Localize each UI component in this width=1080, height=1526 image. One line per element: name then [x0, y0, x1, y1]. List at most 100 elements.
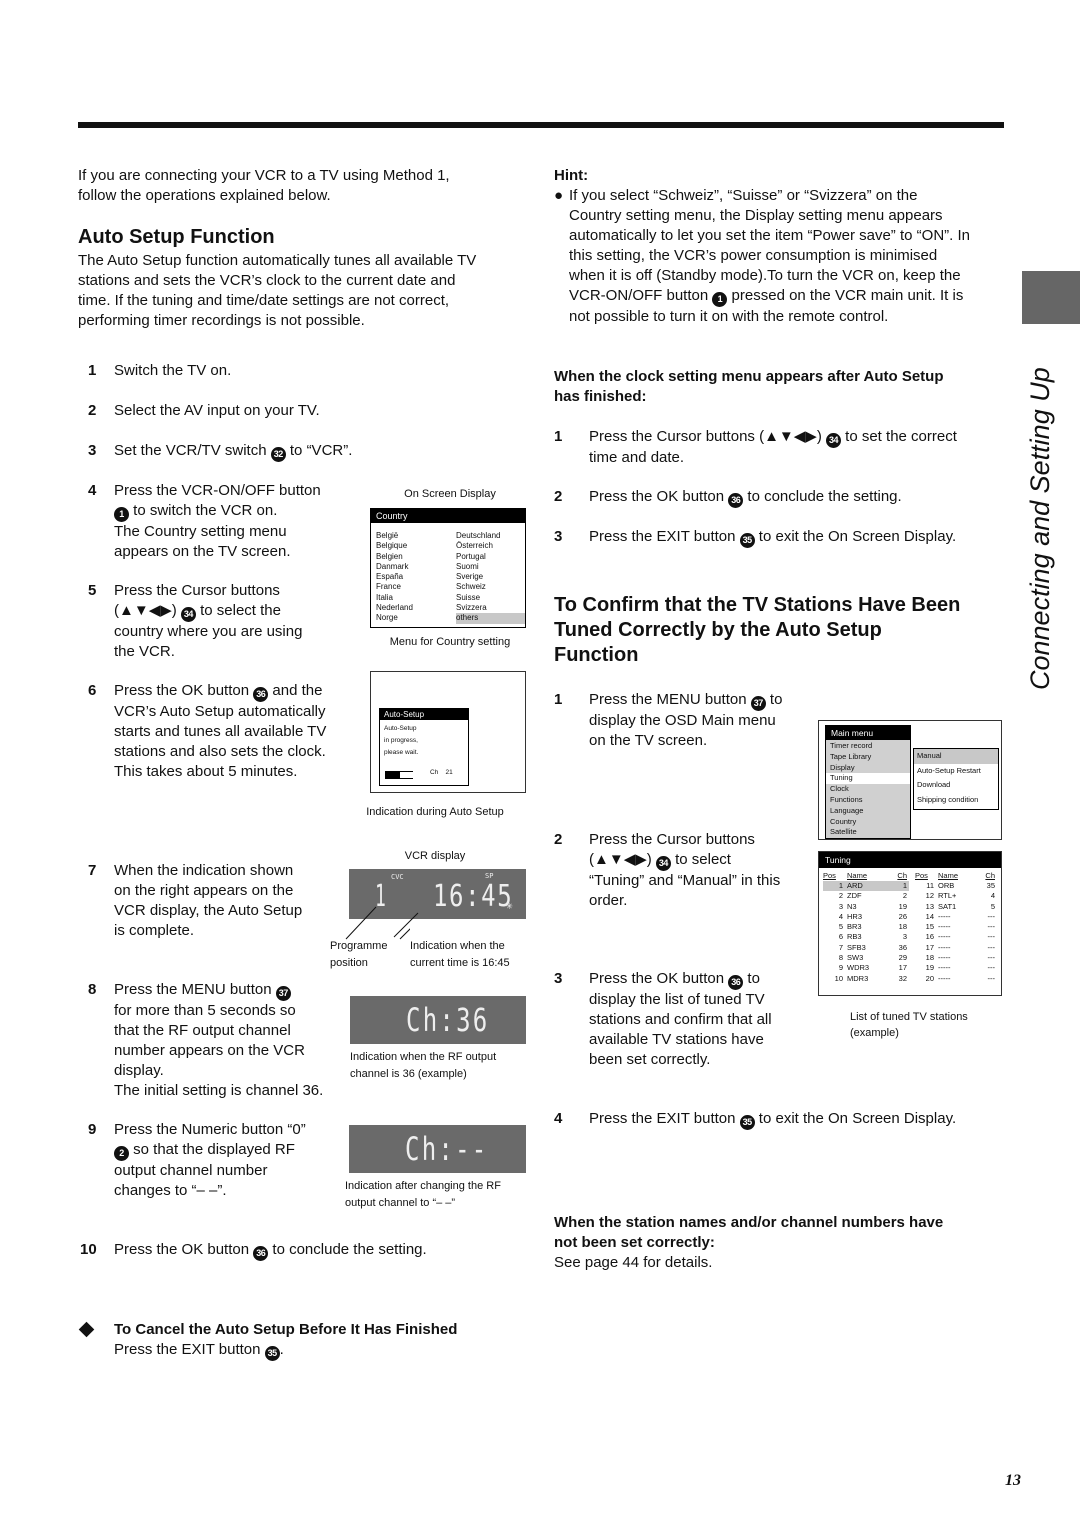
line: the VCR.	[114, 643, 175, 660]
line: Press the VCR-ON/OFF button	[114, 482, 321, 499]
station-row[interactable]: 5 BR3 18	[823, 922, 909, 932]
station-row[interactable]: 13 SAT1 5	[915, 902, 995, 912]
station-row[interactable]: 9 WDR3 17	[823, 963, 909, 973]
submenu-item[interactable]: Download	[914, 778, 998, 793]
main-menu-item[interactable]: Display	[826, 763, 910, 774]
country-option[interactable]: Belgique	[376, 541, 456, 551]
line: current time is 16:45	[410, 957, 510, 969]
main-menu-item[interactable]: Language	[826, 806, 910, 817]
country-option[interactable]: Schweiz	[456, 582, 525, 592]
line: VCR-ON/OFF button 1 pressed on the VCR m…	[569, 286, 970, 307]
station-row[interactable]: 1 ARD 1	[823, 881, 909, 892]
country-option[interactable]: Österreich	[456, 541, 525, 551]
bullet-icon: ●	[554, 187, 564, 204]
country-option[interactable]: Sverige	[456, 572, 525, 582]
column-header: Ch	[985, 871, 995, 880]
country-option[interactable]: Italia	[376, 593, 456, 603]
line: automatically to let you set the item “P…	[569, 227, 970, 244]
country-option[interactable]: Suomi	[456, 562, 525, 572]
main-menu-item[interactable]: Satellite	[826, 827, 910, 838]
name-cell: -----	[938, 953, 951, 963]
main-menu-item[interactable]: Tape Library	[826, 752, 910, 763]
station-row[interactable]: 6 RB3 3	[823, 932, 909, 942]
main-menu-item[interactable]: Tuning	[826, 773, 910, 785]
station-row[interactable]: 17 ----- ---	[915, 943, 995, 953]
station-row[interactable]: 4 HR3 26	[823, 912, 909, 922]
ch-cell: ---	[987, 942, 996, 952]
submenu-item[interactable]: Auto-Setup Restart	[914, 764, 998, 779]
main-menu-osd: Main menu Timer record Tape Library Displa…	[825, 725, 911, 839]
see-page-link[interactable]: See page 44 for details.	[554, 1253, 943, 1273]
station-row[interactable]: 20 ----- ---	[915, 974, 995, 984]
current-time-caption: Indication when the current time is 16:4…	[410, 938, 510, 972]
station-row[interactable]: 16 ----- ---	[915, 932, 995, 942]
osd-title: Auto-Setup	[380, 709, 468, 720]
station-row[interactable]: 7 SFB3 36	[823, 943, 909, 953]
text: to select	[670, 851, 731, 868]
pos-cell: 16	[925, 932, 934, 942]
country-option[interactable]: België	[376, 531, 456, 541]
text: to “VCR”.	[285, 442, 353, 459]
country-option[interactable]: Suisse	[456, 593, 525, 603]
station-row[interactable]: 11 ORB 35	[915, 881, 995, 891]
ch-cell: ---	[987, 953, 996, 963]
line: Press the Numeric button “0”	[114, 1121, 306, 1138]
station-row[interactable]: 3 N3 19	[823, 902, 909, 912]
country-osd-caption: Menu for Country setting	[389, 636, 511, 648]
submenu-item[interactable]: Manual	[914, 749, 998, 764]
step-text: Press the Numeric button “0” 2 so that t…	[114, 1120, 306, 1201]
auto-setup-heading: Auto Setup Function	[78, 226, 275, 248]
country-option[interactable]: Deutschland	[456, 531, 525, 541]
line: The initial setting is channel 36.	[114, 1082, 324, 1099]
country-option[interactable]: Danmark	[376, 562, 456, 572]
station-row[interactable]: 18 ----- ---	[915, 953, 995, 963]
step-number: 4	[88, 482, 97, 499]
country-option[interactable]: España	[376, 572, 456, 582]
line: stations and also sets the clock.	[114, 743, 326, 760]
station-row[interactable]: 15 ----- ---	[915, 922, 995, 932]
rf-channel-display: Ch:36	[350, 996, 526, 1044]
ref-badge-icon: 36	[253, 687, 269, 702]
line: changes to “– –”.	[114, 1182, 227, 1199]
station-row[interactable]: 8 SW3 29	[823, 953, 909, 963]
line: If you select “Schweiz”, “Suisse” or “Sv…	[569, 187, 918, 204]
station-row[interactable]: 19 ----- ---	[915, 963, 995, 973]
clock-time: 16:45	[433, 879, 514, 914]
pos-cell: 3	[838, 901, 843, 911]
country-option[interactable]: France	[376, 582, 456, 592]
country-option[interactable]: Svizzera	[456, 603, 525, 613]
ch-label: Ch	[430, 769, 439, 776]
step-text: Press the Cursor buttons (▲▼◀▶) 34 to se…	[114, 581, 302, 662]
step-text: Press the OK button 36 and the VCR’s Aut…	[114, 681, 326, 782]
chapter-title: Connecting and Setting Up	[1025, 367, 1055, 690]
station-row[interactable]: 10 MDR3 32	[823, 974, 909, 984]
country-option[interactable]: Nederland	[376, 603, 456, 613]
main-menu-item[interactable]: Functions	[826, 795, 910, 806]
station-row[interactable]: 14 ----- ---	[915, 912, 995, 922]
main-menu-item[interactable]: Country	[826, 817, 910, 828]
text: pressed on the VCR main unit. It is	[727, 287, 964, 304]
name-cell: -----	[938, 932, 951, 942]
text: Press the OK button	[114, 682, 254, 699]
station-row[interactable]: 12 RTL+ 4	[915, 891, 995, 901]
name-cell: WDR3	[847, 963, 870, 973]
text: so that the displayed RF	[129, 1141, 295, 1158]
submenu-list: Manual Auto-Setup Restart Download Shipping…	[914, 749, 998, 807]
step-text: Press the VCR-ON/OFF button 1 to switch …	[114, 481, 321, 562]
country-option[interactable]: Portugal	[456, 552, 525, 562]
submenu-item[interactable]: Shipping condition	[914, 793, 998, 808]
intro-line: If you are connecting your VCR to a TV u…	[78, 167, 450, 184]
main-menu-item[interactable]: Clock	[826, 784, 910, 795]
step-number: 1	[554, 691, 563, 708]
step-number: 3	[554, 528, 563, 545]
main-menu-item[interactable]: Timer record	[826, 741, 910, 752]
step-number: 4	[554, 1110, 563, 1127]
country-option[interactable]: others	[456, 613, 525, 624]
station-row[interactable]: 2 ZDF 2	[823, 891, 909, 901]
step-text: Press the MENU button 37 for more than 5…	[114, 980, 323, 1101]
country-option[interactable]: Belgien	[376, 552, 456, 562]
country-option[interactable]: Norge	[376, 613, 456, 623]
cursor-arrows-icon: (▲▼◀▶)	[589, 851, 656, 868]
osd-label: On Screen Display	[404, 488, 496, 500]
text: to switch the VCR on.	[129, 502, 278, 519]
